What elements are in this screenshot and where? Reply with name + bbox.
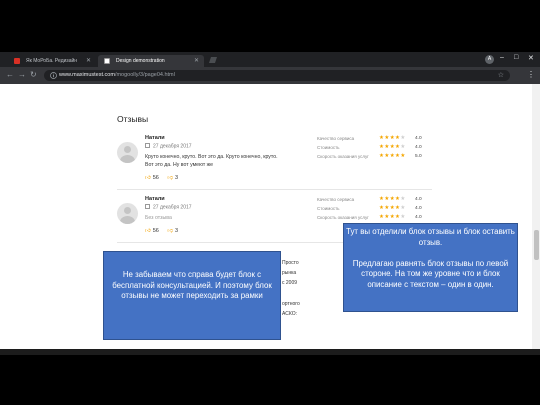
rating-stars: ★★★★★ xyxy=(379,144,406,150)
rating-value: 4.0 xyxy=(415,145,422,150)
rating-label: Качество сервиса xyxy=(317,136,355,141)
like-count: 56 xyxy=(152,228,159,234)
review-date-text: 27 декабря 2017 xyxy=(153,204,192,211)
review-ratings: Качество сервиса ★★★★★ 4.0 Стоимость ★★★★★ 4.… xyxy=(317,135,432,162)
star-icon: ★ xyxy=(400,153,406,159)
maximize-icon[interactable]: □ xyxy=(514,54,518,61)
thumbs-down-icon[interactable]: 👎︎ xyxy=(167,228,173,234)
dislike-count: 3 xyxy=(175,228,179,234)
rating-value: 4.0 xyxy=(415,215,422,220)
site-info-icon[interactable] xyxy=(50,72,57,79)
rating-label: Стоимость xyxy=(317,145,340,150)
avatar xyxy=(117,142,138,163)
calendar-icon xyxy=(145,143,150,148)
review-votes: 👍︎ 56 👎︎ 3 xyxy=(145,228,178,234)
star-icon: ★ xyxy=(400,214,406,220)
bottom-bar xyxy=(0,349,540,355)
thumbs-up-icon[interactable]: 👍︎ xyxy=(145,228,151,234)
calendar-icon xyxy=(145,204,150,209)
rating-stars: ★★★★★ xyxy=(379,205,406,211)
section-title: Отзывы xyxy=(117,114,149,124)
rating-label: Скорость оказания услуг xyxy=(317,215,369,220)
rating-value: 5.0 xyxy=(415,154,422,159)
rating-stars: ★★★★★ xyxy=(379,196,406,202)
avatar xyxy=(117,203,138,224)
review-date: 27 декабря 2017 xyxy=(145,204,192,211)
browser-toolbar: ← → ↻ www.maximustest.com/mogoolly/3/pag… xyxy=(0,67,540,84)
like-count: 56 xyxy=(152,175,159,181)
browser-menu-icon[interactable]: ⋮ xyxy=(527,70,535,79)
address-bar[interactable]: www.maximustest.com/mogoolly/3/page04.ht… xyxy=(44,70,510,81)
rating-row: Скорость оказания услуг ★★★★★ 5.0 xyxy=(317,153,432,162)
review-card: Натали 27 декабря 2017 Круто конечно, кр… xyxy=(117,135,432,190)
review-author: Натали xyxy=(145,196,165,202)
tab-inactive[interactable]: Як МоРоБа. Редизайн ✕ xyxy=(8,55,96,67)
url-path: /mogoolly/3/page04.html xyxy=(114,72,175,78)
rating-label: Скорость оказания услуг xyxy=(317,154,369,159)
annotation-callout-right: Тут вы отделили блок отзывы и блок остав… xyxy=(343,223,518,312)
screenshot-frame: Як МоРоБа. Редизайн ✕ Design demonstrati… xyxy=(0,0,540,405)
review-date-text: 27 декабря 2017 xyxy=(153,143,192,150)
dislike-count: 3 xyxy=(175,175,179,181)
rating-label: Качество сервиса xyxy=(317,197,355,202)
rating-stars: ★★★★★ xyxy=(379,135,406,141)
back-icon[interactable]: ← xyxy=(6,70,14,79)
review-text: Круто конечно, круто. Вот это да. Круто … xyxy=(145,154,278,168)
rating-stars: ★★★★★ xyxy=(379,153,406,159)
page-favicon-icon xyxy=(104,58,110,64)
rating-value: 4.0 xyxy=(415,136,422,141)
description-fragment: ортного xyxy=(282,301,300,307)
star-icon: ★ xyxy=(400,205,406,211)
rating-row: Скорость оказания услуг ★★★★★ 4.0 xyxy=(317,214,432,223)
description-fragment: Просто xyxy=(282,260,299,266)
new-tab-icon[interactable] xyxy=(208,55,218,65)
review-votes: 👍︎ 56 👎︎ 3 xyxy=(145,175,178,181)
review-ratings: Качество сервиса ★★★★★ 4.0 Стоимость ★★★★★ 4.… xyxy=(317,196,432,223)
annotation-callout-left: Не забываем что справа будет блок с бесп… xyxy=(103,251,281,340)
description-fragment: рынка xyxy=(282,270,297,276)
rating-stars: ★★★★★ xyxy=(379,214,406,220)
browser-tab-bar: Як МоРоБа. Редизайн ✕ Design demonstrati… xyxy=(0,52,540,67)
star-icon: ★ xyxy=(400,144,406,150)
minimize-icon[interactable]: – xyxy=(500,54,504,61)
rating-row: Качество сервиса ★★★★★ 4.0 xyxy=(317,135,432,144)
close-tab-icon[interactable]: ✕ xyxy=(194,57,199,64)
review-divider xyxy=(117,189,432,190)
thumbs-down-icon[interactable]: 👎︎ xyxy=(167,175,173,181)
review-date: 27 декабря 2017 xyxy=(145,143,192,150)
tab-label: Як МоРоБа. Редизайн xyxy=(26,58,78,64)
scrollbar-track[interactable] xyxy=(532,84,540,349)
forward-icon[interactable]: → xyxy=(18,70,26,79)
scrollbar-thumb[interactable] xyxy=(534,230,539,260)
rating-row: Качество сервиса ★★★★★ 4.0 xyxy=(317,196,432,205)
description-fragment: АСКО: xyxy=(282,311,297,317)
rating-row: Стоимость ★★★★★ 4.0 xyxy=(317,205,432,214)
rating-value: 4.0 xyxy=(415,197,422,202)
star-icon: ★ xyxy=(400,135,406,141)
rating-label: Стоимость xyxy=(317,206,340,211)
reload-icon[interactable]: ↻ xyxy=(30,70,37,79)
url-host: www.maximustest.com xyxy=(59,72,115,78)
profile-avatar[interactable]: A xyxy=(485,55,494,64)
rating-value: 4.0 xyxy=(415,206,422,211)
tab-active[interactable]: Design demonstration ✕ xyxy=(98,55,204,67)
star-icon: ★ xyxy=(400,196,406,202)
site-favicon-icon xyxy=(14,58,20,64)
tab-label: Design demonstration xyxy=(116,58,165,64)
description-fragment: с 2009 xyxy=(282,280,298,286)
rating-row: Стоимость ★★★★★ 4.0 xyxy=(317,144,432,153)
bookmark-star-icon[interactable]: ☆ xyxy=(498,71,504,79)
thumbs-up-icon[interactable]: 👍︎ xyxy=(145,175,151,181)
close-tab-icon[interactable]: ✕ xyxy=(86,57,91,64)
url-text: www.maximustest.com/mogoolly/3/page04.ht… xyxy=(59,72,175,78)
review-text: Без отзыва xyxy=(145,215,172,221)
close-window-icon[interactable]: ✕ xyxy=(528,54,534,62)
review-author: Натали xyxy=(145,135,165,141)
